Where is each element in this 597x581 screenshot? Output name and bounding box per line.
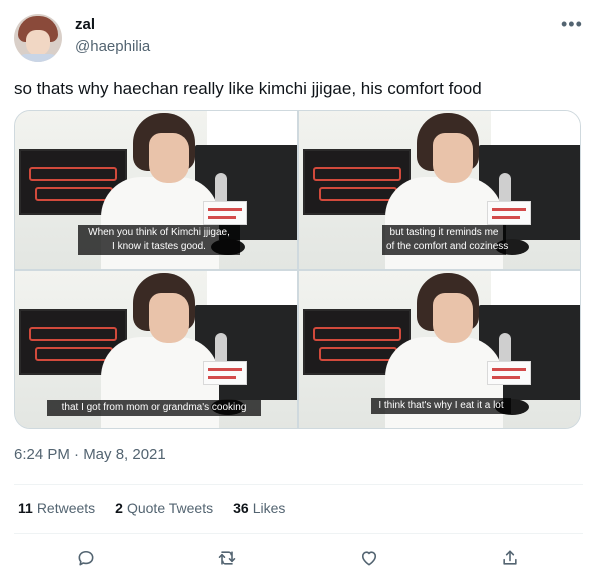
- video-subtitle: When you think of Kimchi jjigae, I know …: [78, 225, 240, 255]
- like-button[interactable]: [357, 546, 381, 570]
- retweet-icon: [218, 551, 236, 565]
- reply-button[interactable]: [74, 546, 98, 570]
- author-handle[interactable]: @haephilia: [75, 38, 150, 55]
- avatar-shirt: [16, 54, 60, 62]
- subtitle-line: When you think of Kimchi jjigae,: [88, 227, 230, 238]
- likes-label: Likes: [252, 500, 286, 516]
- more-horizontal-icon[interactable]: •••: [561, 14, 583, 34]
- subtitle-line: that I got from mom or grandma's cooking: [61, 402, 247, 413]
- retweet-button[interactable]: [215, 546, 239, 570]
- tweet-text: so thats why haechan really like kimchi …: [14, 79, 482, 98]
- author-display-name[interactable]: zal: [75, 16, 95, 33]
- likes-count: 36: [233, 500, 249, 516]
- quote-tweets-count: 2: [115, 500, 123, 516]
- name-card: [487, 361, 531, 385]
- engagement-stats: 11 Retweets 2 Quote Tweets 36 Likes: [18, 500, 285, 516]
- media-image-1[interactable]: When you think of Kimchi jjigae, I know …: [15, 111, 297, 269]
- divider: [14, 533, 583, 534]
- retweets-label: Retweets: [36, 500, 96, 516]
- person-face: [433, 133, 473, 183]
- media-image-3[interactable]: that I got from mom or grandma's cooking: [15, 271, 297, 428]
- subtitle-line: I think that's why I eat it a lot: [378, 400, 504, 411]
- video-subtitle: but tasting it reminds me of the comfort…: [382, 225, 509, 255]
- video-subtitle: I think that's why I eat it a lot: [371, 398, 511, 414]
- avatar[interactable]: [14, 14, 62, 62]
- name-card: [487, 201, 531, 225]
- quote-tweets-stat[interactable]: 2 Quote Tweets: [115, 500, 213, 516]
- person-face: [149, 133, 189, 183]
- quote-tweets-label: Quote Tweets: [126, 500, 214, 516]
- video-subtitle: that I got from mom or grandma's cooking: [47, 400, 261, 416]
- share-button[interactable]: [498, 546, 522, 570]
- reply-icon: [78, 550, 94, 566]
- retweets-stat[interactable]: 11 Retweets: [18, 500, 95, 516]
- person-face: [149, 293, 189, 343]
- name-card: [203, 361, 247, 385]
- person-body: [101, 177, 219, 269]
- person-body: [385, 337, 503, 428]
- name-card: [203, 201, 247, 225]
- media-image-4[interactable]: I think that's why I eat it a lot: [299, 271, 580, 428]
- person-body: [385, 177, 503, 269]
- retweets-count: 11: [18, 500, 33, 516]
- person-face: [433, 293, 473, 343]
- media-grid: When you think of Kimchi jjigae, I know …: [14, 110, 581, 429]
- tweet-card: zal @haephilia ••• so thats why haechan …: [0, 0, 597, 581]
- likes-stat[interactable]: 36 Likes: [233, 500, 285, 516]
- subtitle-line: but tasting it reminds me: [389, 227, 499, 238]
- tweet-timestamp[interactable]: 6:24 PM · May 8, 2021: [14, 446, 166, 463]
- share-icon: [503, 550, 517, 565]
- subtitle-line: I know it tastes good.: [112, 241, 206, 252]
- subtitle-line: of the comfort and coziness: [386, 241, 509, 252]
- divider: [14, 484, 583, 485]
- media-image-2[interactable]: but tasting it reminds me of the comfort…: [299, 111, 580, 269]
- avatar-face: [26, 30, 50, 56]
- action-bar: [0, 540, 597, 576]
- heart-icon: [361, 551, 377, 566]
